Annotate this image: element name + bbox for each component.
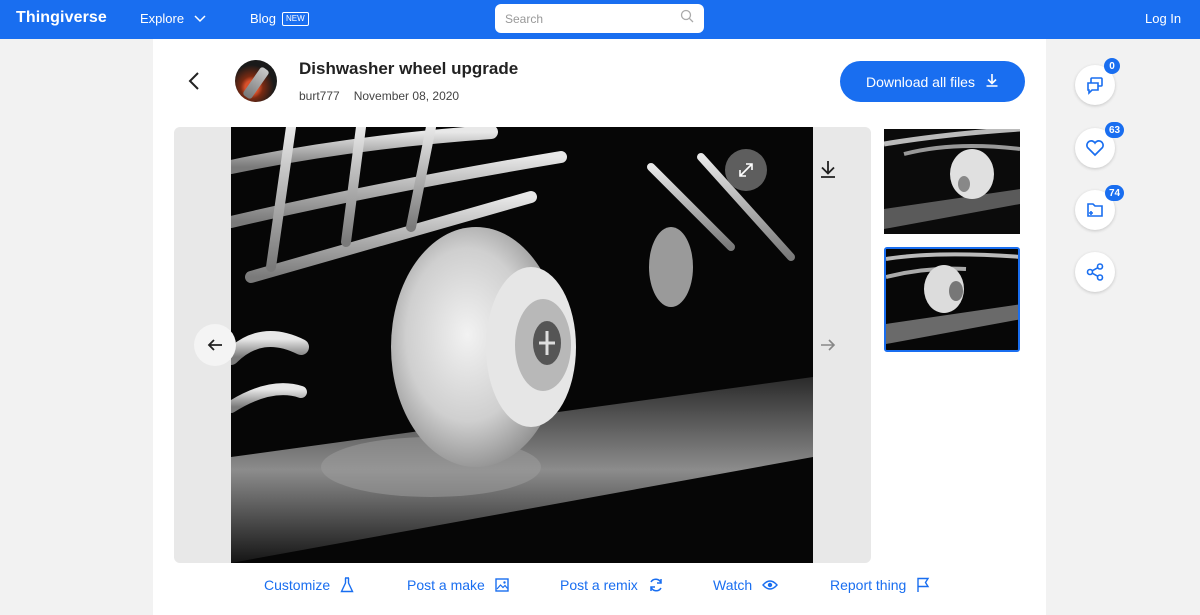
download-icon	[985, 73, 999, 90]
back-arrow-icon[interactable]	[184, 70, 204, 92]
likes-count-badge: 63	[1105, 122, 1125, 138]
explore-menu[interactable]: Explore	[140, 11, 206, 26]
main-photo[interactable]	[231, 127, 813, 563]
customize-label: Customize	[264, 577, 331, 593]
image-icon	[495, 578, 509, 592]
download-image-button[interactable]	[812, 153, 844, 185]
expand-image-button[interactable]	[725, 149, 767, 191]
gallery-previous-button[interactable]	[194, 324, 236, 366]
author-avatar[interactable]	[235, 60, 277, 102]
share-button[interactable]	[1075, 252, 1115, 292]
comments-icon	[1087, 77, 1103, 95]
expand-icon	[739, 163, 753, 177]
download-all-files-button[interactable]: Download all files	[840, 61, 1025, 102]
remix-icon	[650, 578, 662, 592]
report-thing-button[interactable]: Report thing	[830, 577, 930, 593]
post-a-make-button[interactable]: Post a make	[407, 577, 509, 593]
gallery-next-button[interactable]	[815, 333, 841, 357]
comments-count-badge: 0	[1104, 58, 1120, 74]
flag-icon	[917, 577, 930, 592]
arrow-left-icon	[207, 339, 222, 351]
eye-icon	[762, 580, 779, 590]
publish-date: November 08, 2020	[353, 89, 460, 103]
watch-label: Watch	[713, 577, 753, 593]
post-a-remix-label: Post a remix	[560, 577, 638, 593]
author-link[interactable]: burt777	[299, 89, 340, 103]
thing-meta: burt777 November 08, 2020	[299, 89, 459, 103]
collections-count-badge: 74	[1105, 185, 1125, 201]
download-icon	[821, 161, 835, 178]
post-a-remix-button[interactable]: Post a remix	[560, 577, 664, 593]
arrow-right-icon	[821, 339, 836, 351]
post-a-make-label: Post a make	[407, 577, 485, 593]
search-box[interactable]	[495, 4, 704, 33]
chevron-down-icon	[194, 11, 206, 26]
blog-label: Blog	[250, 11, 277, 26]
thing-title: Dishwasher wheel upgrade	[299, 59, 519, 78]
watch-button[interactable]: Watch	[713, 577, 779, 593]
heart-icon	[1086, 140, 1104, 157]
share-icon	[1086, 263, 1104, 281]
download-all-label: Download all files	[866, 73, 975, 90]
collection-folder-icon	[1087, 203, 1103, 217]
login-link[interactable]: Log In	[1145, 11, 1181, 26]
blog-link[interactable]: Blog NEW	[250, 11, 309, 26]
search-input[interactable]	[505, 11, 680, 26]
gallery-thumbnail-selected[interactable]	[884, 247, 1020, 352]
top-navigation-bar: Thingiverse Explore Blog NEW Log In	[0, 0, 1200, 39]
search-icon[interactable]	[680, 9, 694, 28]
thingiverse-logo[interactable]: Thingiverse	[16, 9, 107, 27]
customize-button[interactable]: Customize	[264, 577, 354, 593]
gallery-thumbnail[interactable]	[884, 129, 1020, 234]
flask-icon	[340, 577, 354, 593]
new-badge: NEW	[282, 11, 309, 26]
report-thing-label: Report thing	[830, 577, 907, 593]
explore-label: Explore	[140, 11, 185, 26]
